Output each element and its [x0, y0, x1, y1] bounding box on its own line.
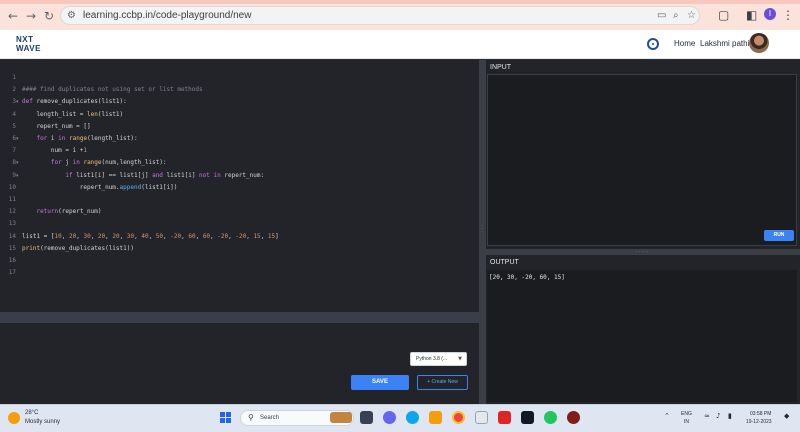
- line-number: 12: [8, 208, 16, 216]
- line-number: 2: [12, 86, 16, 94]
- language-select[interactable]: Python 3.8 (... ▼: [410, 352, 467, 366]
- clock-date[interactable]: 19-12-2023: [746, 419, 772, 425]
- profile-avatar[interactable]: I: [764, 8, 776, 20]
- cast-icon[interactable]: ▭: [657, 10, 666, 21]
- line-number: 3: [12, 98, 16, 106]
- active-line-highlight: [0, 312, 479, 323]
- line-number: 10: [8, 183, 16, 191]
- media-player-icon[interactable]: [567, 411, 580, 424]
- code-line[interactable]: for j in range(num,length_list):: [22, 159, 167, 166]
- fold-chevron-icon[interactable]: ▾: [16, 99, 19, 105]
- line-number: 1: [12, 74, 16, 81]
- edge-browser-icon[interactable]: [406, 411, 419, 424]
- windows-taskbar: [0, 404, 800, 432]
- line-number: 8: [12, 159, 16, 167]
- input-textarea[interactable]: [487, 74, 797, 246]
- code-line[interactable]: for i in range(length_list):: [22, 135, 137, 142]
- streak-icon[interactable]: [647, 38, 659, 50]
- language-label: Python 3.8 (...: [416, 356, 448, 362]
- wifi-icon[interactable]: ≈: [704, 412, 710, 420]
- code-editor[interactable]: 1 2 3 ▾ 4 5 6 ▾ 7 8 ▾ 9 ▾ 10 11 12 13 14 15 16 17 #### find …: [0, 60, 479, 404]
- code-line[interactable]: length_list = len(list1): [22, 111, 123, 118]
- line-number: 5: [12, 122, 16, 130]
- weather-description[interactable]: Mostly sunny: [25, 419, 60, 425]
- save-button[interactable]: SAVE: [351, 375, 409, 390]
- chat-app-icon[interactable]: [383, 411, 396, 424]
- code-line[interactable]: #### find duplicates not using set or li…: [22, 86, 203, 93]
- nxtwave-logo[interactable]: NXT WAVE: [16, 35, 52, 55]
- code-line[interactable]: return(repert_num): [22, 208, 101, 215]
- site-info-icon[interactable]: ⚙: [67, 10, 76, 21]
- code-line[interactable]: repert_num.append(list1[i]): [22, 184, 178, 191]
- search-highlight-icon: [330, 412, 352, 423]
- user-avatar[interactable]: [749, 33, 769, 53]
- battery-icon[interactable]: ▮: [728, 412, 732, 420]
- chrome-profile-icon[interactable]: [544, 411, 557, 424]
- mcafee-icon[interactable]: [498, 411, 511, 424]
- weather-sun-icon[interactable]: [8, 412, 20, 424]
- output-title: OUTPUT: [490, 259, 519, 266]
- weather-temperature[interactable]: 28°C: [25, 410, 38, 416]
- browser-menu-icon[interactable]: ⋮: [782, 8, 794, 22]
- user-name[interactable]: Lakshmi pathi: [700, 39, 749, 48]
- zoom-icon[interactable]: ⌕: [673, 10, 679, 21]
- forward-icon[interactable]: →: [24, 9, 38, 23]
- line-number: 7: [12, 147, 16, 155]
- snipping-tool-icon[interactable]: [475, 411, 488, 424]
- fold-chevron-icon[interactable]: ▾: [16, 160, 19, 166]
- line-number: 9: [12, 171, 16, 179]
- output-text: [20, 30, -20, 60, 15]: [489, 274, 565, 281]
- line-number: 14: [8, 232, 16, 240]
- line-number: 16: [8, 257, 16, 264]
- extensions-icon[interactable]: ▢: [718, 8, 729, 22]
- chevron-up-icon[interactable]: ⌃: [664, 412, 670, 420]
- windows-start-icon[interactable]: [220, 412, 232, 424]
- search-placeholder: Search: [260, 415, 280, 421]
- search-icon: ⚲: [248, 413, 254, 422]
- file-explorer-icon[interactable]: [429, 411, 442, 424]
- fold-chevron-icon[interactable]: ▾: [16, 136, 19, 142]
- code-line[interactable]: list1 = [10, 20, 30, 20, 20, 30, 40, 50,…: [22, 233, 279, 240]
- language-indicator-top[interactable]: ENG: [681, 411, 692, 417]
- input-title: INPUT: [490, 64, 511, 71]
- code-line[interactable]: if list1[i] == list1[j] and list1[i] not…: [22, 172, 264, 179]
- terminal-icon[interactable]: [521, 411, 534, 424]
- splitter-grip-icon[interactable]: · · ·: [481, 223, 484, 237]
- back-icon[interactable]: ←: [6, 9, 20, 23]
- code-line[interactable]: print(remove_duplicates(list1)): [22, 245, 134, 252]
- run-button[interactable]: RUN: [764, 230, 794, 241]
- output-console: [20, 30, -20, 60, 15]: [487, 270, 797, 402]
- side-panel-icon[interactable]: ◧: [746, 8, 757, 22]
- chrome-icon[interactable]: [452, 411, 465, 424]
- line-number: 13: [8, 220, 16, 228]
- horizontal-grip-icon[interactable]: ·····: [636, 250, 649, 255]
- notification-bell-icon[interactable]: ◆: [784, 412, 789, 420]
- home-link[interactable]: Home: [674, 39, 695, 48]
- code-line[interactable]: repert_num = []: [22, 123, 90, 130]
- line-number: 4: [12, 110, 16, 118]
- code-line[interactable]: def remove_duplicates(list1):: [22, 98, 127, 105]
- language-indicator-bottom[interactable]: IN: [684, 419, 689, 425]
- line-number: 17: [8, 269, 16, 277]
- chevron-down-icon: ▼: [458, 356, 462, 362]
- line-number: 11: [8, 196, 16, 203]
- url-text: learning.ccbp.in/code-playground/new: [83, 10, 252, 21]
- tab-strip: [0, 0, 800, 4]
- clock-time[interactable]: 03:58 PM: [750, 411, 771, 417]
- create-new-button[interactable]: + Create New: [417, 375, 468, 390]
- volume-icon[interactable]: ♪: [716, 412, 720, 420]
- address-bar[interactable]: ⚙ learning.ccbp.in/code-playground/new ▭…: [60, 6, 700, 25]
- reload-icon[interactable]: ↻: [42, 9, 56, 23]
- code-line[interactable]: num = i +1: [22, 147, 87, 154]
- line-number: 15: [8, 244, 16, 252]
- line-number: 6: [12, 135, 16, 142]
- fold-chevron-icon[interactable]: ▾: [16, 173, 19, 179]
- bookmark-star-icon[interactable]: ☆: [687, 10, 696, 21]
- task-view-icon[interactable]: [360, 411, 373, 424]
